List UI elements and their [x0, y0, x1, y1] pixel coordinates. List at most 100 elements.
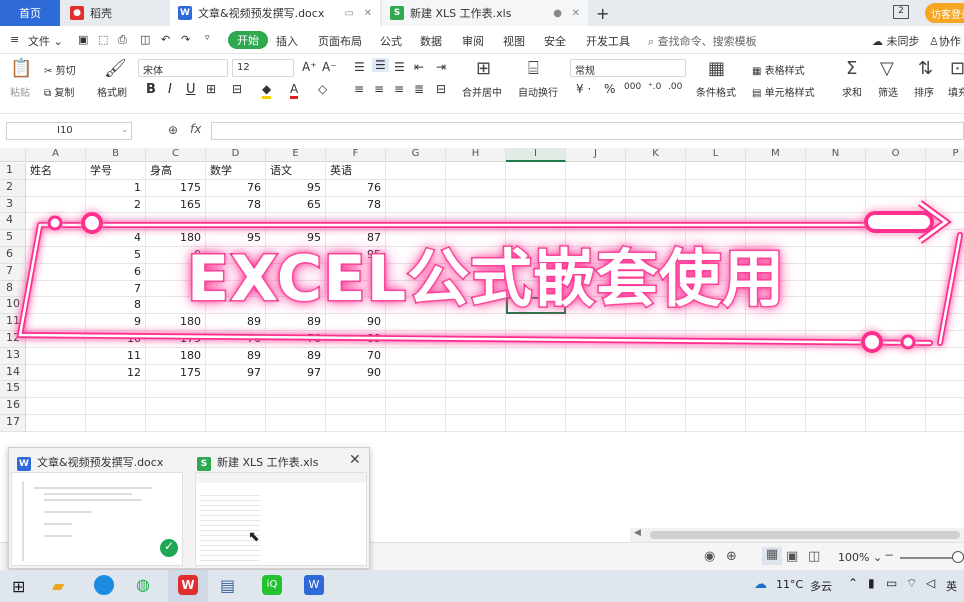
- row-header[interactable]: 16: [0, 398, 26, 415]
- zoom-slider-handle[interactable]: [952, 551, 964, 563]
- tab-xls-close-icon[interactable]: ✕: [572, 8, 580, 19]
- grid-cell[interactable]: [566, 381, 626, 399]
- grid-cell[interactable]: [686, 381, 746, 399]
- grid-cell[interactable]: [326, 398, 386, 415]
- grid-cell[interactable]: [746, 364, 806, 382]
- align-right-icon[interactable]: ≡: [394, 82, 404, 96]
- save-icon[interactable]: ▣: [78, 33, 88, 46]
- merge-icon[interactable]: ⊞: [476, 58, 491, 79]
- grid-cell[interactable]: 97: [266, 364, 326, 382]
- menu-page-layout[interactable]: 页面布局: [318, 33, 362, 49]
- grid-cell[interactable]: [566, 398, 626, 415]
- row-header[interactable]: 17: [0, 415, 26, 432]
- iqiyi-icon[interactable]: iQ: [262, 575, 282, 595]
- menu-file[interactable]: 文件 ⌄: [28, 33, 63, 49]
- grid-cell[interactable]: [866, 381, 926, 399]
- increase-decimal-icon[interactable]: ⁺.0: [648, 82, 661, 92]
- grid-cell[interactable]: [626, 415, 686, 432]
- grid-cell[interactable]: [446, 415, 506, 432]
- grid-cell[interactable]: [626, 364, 686, 382]
- grid-cell[interactable]: [926, 415, 964, 432]
- grid-cell[interactable]: [626, 398, 686, 415]
- visitor-login-button[interactable]: 访客登录: [925, 3, 964, 23]
- decrease-font-icon[interactable]: A⁻: [322, 60, 337, 74]
- grid-cell[interactable]: [926, 381, 964, 399]
- filter-icon[interactable]: ▽: [880, 58, 894, 79]
- row-header[interactable]: 15: [0, 381, 26, 399]
- align-top-icon[interactable]: ☰: [354, 60, 365, 74]
- conditional-format-icon[interactable]: ▦: [708, 58, 725, 79]
- grid-cell[interactable]: [206, 398, 266, 415]
- format-painter-icon[interactable]: 🖌: [104, 58, 127, 79]
- column-header[interactable]: N: [806, 148, 866, 162]
- copy-button[interactable]: ⧉ 复制: [44, 84, 74, 99]
- currency-icon[interactable]: ¥ ·: [576, 82, 591, 96]
- increase-font-icon[interactable]: A⁺: [302, 60, 317, 74]
- grid-cell[interactable]: 175: [146, 364, 206, 382]
- grid-cell[interactable]: [926, 365, 964, 382]
- select-all-corner[interactable]: [0, 148, 26, 162]
- scroll-thumb[interactable]: [650, 531, 960, 539]
- grid-cell[interactable]: [506, 163, 566, 180]
- undo-icon[interactable]: ↶: [161, 33, 170, 46]
- normal-view-icon[interactable]: ▦: [762, 547, 782, 565]
- grid-cell[interactable]: [386, 163, 446, 180]
- print-icon[interactable]: ⎙: [118, 33, 127, 47]
- fill-button[interactable]: 填充: [948, 84, 964, 99]
- font-color-icon[interactable]: A: [290, 82, 299, 99]
- command-search[interactable]: ⌕ 查找命令、搜索模板: [648, 33, 757, 49]
- table-style-button[interactable]: ▦ 表格样式: [752, 62, 805, 77]
- bold-icon[interactable]: B: [146, 82, 156, 97]
- zoom-search-icon[interactable]: ⊕: [168, 123, 178, 137]
- grid-cell[interactable]: [926, 163, 964, 180]
- align-bottom-icon[interactable]: ☰: [394, 60, 405, 74]
- column-header[interactable]: E: [266, 148, 326, 162]
- grid-cell[interactable]: [806, 415, 866, 432]
- grid-cell[interactable]: [146, 415, 206, 432]
- wifi-icon[interactable]: ⌔: [906, 576, 917, 591]
- grid-cell[interactable]: 学号: [86, 163, 146, 180]
- sort-icon[interactable]: ⇅: [918, 58, 933, 79]
- xls-thumbnail[interactable]: ⬉: [195, 472, 367, 566]
- menu-security[interactable]: 安全: [544, 33, 566, 49]
- column-header[interactable]: I: [506, 148, 566, 162]
- grid-cell[interactable]: [86, 381, 146, 399]
- grid-cell[interactable]: [386, 398, 446, 415]
- name-box[interactable]: I10 ⌄: [6, 122, 132, 140]
- grid-cell[interactable]: [446, 163, 506, 180]
- grid-cell[interactable]: [26, 364, 86, 382]
- microphone-icon[interactable]: ▮: [868, 576, 875, 590]
- zoom-slider[interactable]: [900, 557, 960, 559]
- grid-cell[interactable]: [566, 415, 626, 432]
- format-painter-button[interactable]: 格式刷: [97, 84, 127, 99]
- cut-button[interactable]: ✂ 剪切: [44, 62, 76, 77]
- grid-cell[interactable]: [806, 398, 866, 415]
- align-middle-icon[interactable]: ☰: [372, 58, 389, 72]
- browser-icon[interactable]: [94, 575, 114, 595]
- column-header[interactable]: G: [386, 148, 446, 162]
- tab-xls[interactable]: S 新建 XLS 工作表.xls ● ✕: [382, 0, 588, 26]
- quick-access-dropdown-icon[interactable]: ▿: [205, 33, 210, 43]
- weather-text[interactable]: 多云: [810, 578, 832, 594]
- row-header[interactable]: 1: [0, 163, 26, 180]
- grid-cell[interactable]: [26, 381, 86, 399]
- grid-cell[interactable]: [266, 398, 326, 415]
- zoom-out-icon[interactable]: −: [884, 548, 894, 562]
- grid-cell[interactable]: [926, 398, 964, 415]
- grid-cell[interactable]: [806, 163, 866, 180]
- network-app-icon[interactable]: ▤: [220, 576, 235, 595]
- menu-insert[interactable]: 插入: [276, 33, 298, 49]
- font-size-select[interactable]: 12: [232, 59, 294, 77]
- grid-cell[interactable]: 语文: [266, 163, 326, 180]
- grid-cell[interactable]: [806, 364, 866, 382]
- menu-formula[interactable]: 公式: [380, 33, 402, 49]
- grid-cell[interactable]: [326, 381, 386, 399]
- column-header[interactable]: O: [866, 148, 926, 162]
- grid-cell[interactable]: [686, 163, 746, 180]
- grid-cell[interactable]: [686, 398, 746, 415]
- collaborate-button[interactable]: ♙协作: [929, 33, 961, 49]
- align-center-icon[interactable]: ≡: [374, 82, 384, 96]
- grid-cell[interactable]: [866, 398, 926, 415]
- decrease-decimal-icon[interactable]: .00: [668, 82, 682, 92]
- grid-cell[interactable]: [386, 364, 446, 382]
